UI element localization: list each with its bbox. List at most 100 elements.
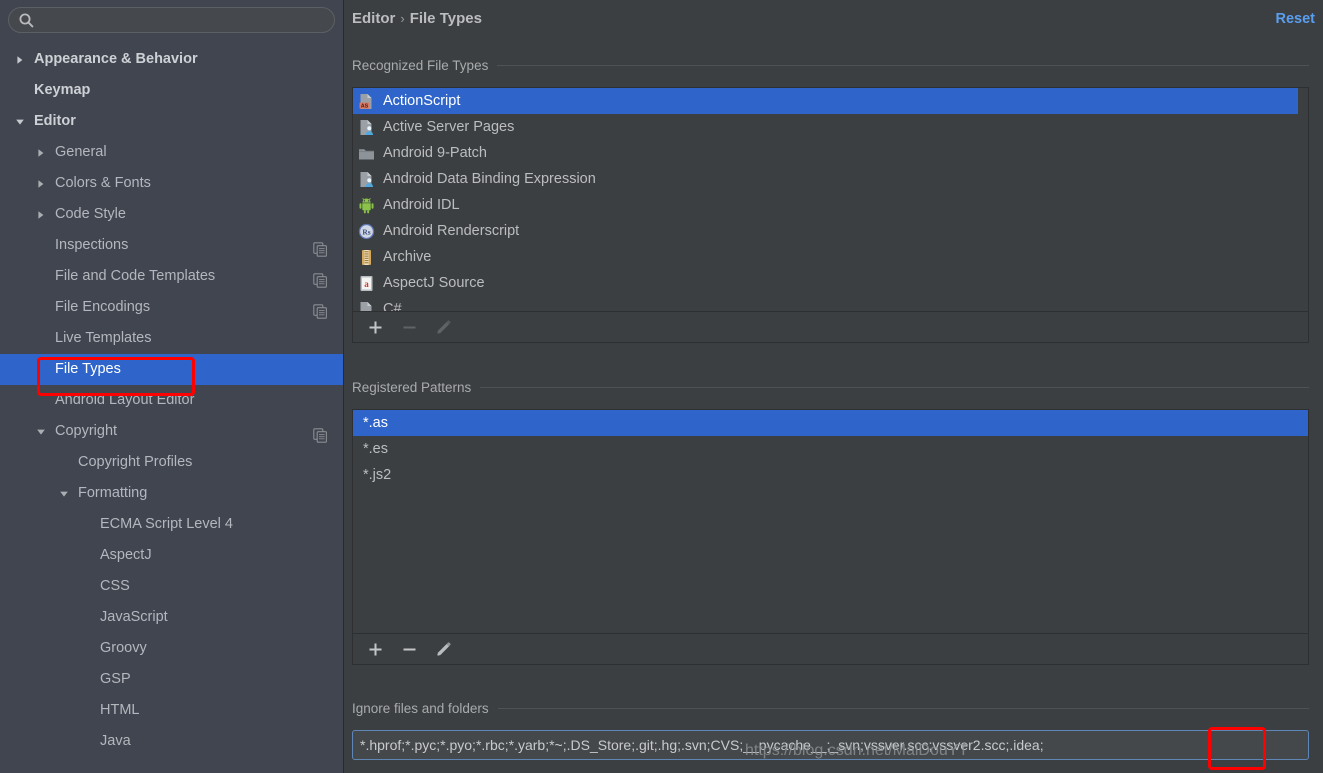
sidebar-item-colors-fonts[interactable]: Colors & Fonts bbox=[0, 168, 343, 199]
file-type-label: Android Renderscript bbox=[383, 223, 520, 239]
sidebar-item-general[interactable]: General bbox=[0, 137, 343, 168]
settings-sidebar: Appearance & Behavior Keymap Editor General… bbox=[0, 0, 344, 773]
svg-text:a: a bbox=[364, 279, 369, 289]
add-file-type-button[interactable] bbox=[362, 315, 388, 339]
sidebar-item-file-and-code-templates[interactable]: File and Code Templates bbox=[0, 261, 343, 292]
chevron-right-icon[interactable] bbox=[33, 168, 49, 199]
recognized-file-types-list[interactable]: AS ActionScript Active Server Pages Android… bbox=[352, 87, 1309, 312]
sidebar-item-label: HTML bbox=[100, 702, 140, 718]
chevron-right-icon[interactable] bbox=[12, 44, 28, 75]
sidebar-item-label: Copyright Profiles bbox=[78, 454, 193, 470]
breadcrumb-parent[interactable]: Editor bbox=[352, 10, 395, 27]
sidebar-item-label: Formatting bbox=[78, 485, 148, 501]
breadcrumb: Editor › File Types bbox=[352, 10, 482, 27]
pattern-label: *.as bbox=[363, 415, 388, 431]
recognized-file-types-header: Recognized File Types bbox=[352, 57, 1309, 73]
file-type-row[interactable]: Rs Android Renderscript bbox=[353, 218, 1308, 244]
chevron-down-icon[interactable] bbox=[33, 416, 49, 447]
search-icon bbox=[18, 12, 35, 29]
file-type-label: C# bbox=[383, 301, 402, 311]
sidebar-item-live-templates[interactable]: Live Templates bbox=[0, 323, 343, 354]
sidebar-item-label: CSS bbox=[100, 578, 130, 594]
file-type-label: Archive bbox=[383, 249, 432, 265]
sidebar-item-copyright[interactable]: Copyright bbox=[0, 416, 343, 447]
as-file-icon: AS bbox=[358, 93, 375, 110]
sidebar-search-box[interactable] bbox=[8, 7, 335, 33]
pattern-label: *.js2 bbox=[363, 467, 392, 483]
sidebar-item-file-encodings[interactable]: File Encodings bbox=[0, 292, 343, 323]
file-type-label: Active Server Pages bbox=[383, 119, 515, 135]
sidebar-item-label: General bbox=[55, 144, 107, 160]
sidebar-item-file-types[interactable]: File Types bbox=[0, 354, 343, 385]
sidebar-item-label: Java bbox=[100, 733, 131, 749]
chevron-right-icon[interactable] bbox=[33, 137, 49, 168]
sidebar-item-keymap[interactable]: Keymap bbox=[0, 75, 343, 106]
sidebar-item-appearance-behavior[interactable]: Appearance & Behavior bbox=[0, 44, 343, 75]
file-type-row[interactable]: Active Server Pages bbox=[353, 114, 1308, 140]
recognized-file-types-toolbar bbox=[352, 312, 1309, 343]
sidebar-item-java[interactable]: Java bbox=[0, 726, 343, 757]
file-type-row[interactable]: Android Data Binding Expression bbox=[353, 166, 1308, 192]
file-type-row[interactable]: a AspectJ Source bbox=[353, 270, 1308, 296]
registered-patterns-title: Registered Patterns bbox=[352, 379, 472, 395]
sidebar-item-label: File and Code Templates bbox=[55, 268, 216, 284]
registered-patterns-list[interactable]: *.as *.es *.js2 bbox=[352, 409, 1309, 634]
sidebar-item-inspections[interactable]: Inspections bbox=[0, 230, 343, 261]
settings-main-panel: Editor › File Types Reset Recognized File … bbox=[344, 0, 1323, 773]
copy-icon[interactable] bbox=[313, 424, 328, 443]
registered-patterns-header: Registered Patterns bbox=[352, 379, 1309, 395]
sidebar-item-copyright-profiles[interactable]: Copyright Profiles bbox=[0, 447, 343, 478]
sidebar-item-formatting[interactable]: Formatting bbox=[0, 478, 343, 509]
sidebar-item-css[interactable]: CSS bbox=[0, 571, 343, 602]
copy-icon[interactable] bbox=[313, 238, 328, 257]
chevron-down-icon[interactable] bbox=[12, 106, 28, 137]
copy-icon[interactable] bbox=[313, 300, 328, 319]
sidebar-item-label: File Encodings bbox=[55, 299, 151, 315]
header-rule bbox=[480, 386, 1309, 388]
sidebar-item-html[interactable]: HTML bbox=[0, 695, 343, 726]
renderscript-icon: Rs bbox=[358, 223, 375, 240]
chevron-right-icon[interactable] bbox=[33, 199, 49, 230]
sidebar-item-label: Editor bbox=[34, 113, 76, 129]
sidebar-item-gsp[interactable]: GSP bbox=[0, 664, 343, 695]
pattern-row[interactable]: *.js2 bbox=[353, 462, 1308, 488]
asp-file-icon bbox=[358, 171, 375, 188]
remove-file-type-button[interactable] bbox=[396, 315, 422, 339]
sidebar-item-code-style[interactable]: Code Style bbox=[0, 199, 343, 230]
pattern-row[interactable]: *.es bbox=[353, 436, 1308, 462]
recognized-file-types-title: Recognized File Types bbox=[352, 57, 489, 73]
file-type-row[interactable]: Android IDL bbox=[353, 192, 1308, 218]
pattern-row[interactable]: *.as bbox=[353, 410, 1308, 436]
file-type-row[interactable]: Archive bbox=[353, 244, 1308, 270]
sidebar-item-label: Appearance & Behavior bbox=[34, 51, 198, 67]
file-type-row[interactable]: Android 9-Patch bbox=[353, 140, 1308, 166]
sidebar-item-label: Copyright bbox=[55, 423, 118, 439]
recognized-list-scrollbar[interactable] bbox=[1298, 88, 1308, 311]
chevron-down-icon[interactable] bbox=[56, 478, 72, 509]
file-type-row[interactable]: AS ActionScript bbox=[353, 88, 1308, 114]
folder-icon bbox=[358, 145, 375, 162]
add-pattern-button[interactable] bbox=[362, 637, 388, 661]
ignore-files-input[interactable]: *.hprof;*.pyc;*.pyo;*.rbc;*.yarb;*~;.DS_… bbox=[352, 730, 1309, 760]
archive-zip-icon bbox=[358, 249, 375, 266]
file-type-row[interactable]: C# bbox=[353, 296, 1308, 311]
search-input[interactable] bbox=[39, 10, 333, 32]
remove-pattern-button[interactable] bbox=[396, 637, 422, 661]
sidebar-item-label: Android Layout Editor bbox=[55, 392, 195, 408]
asp-file-icon bbox=[358, 119, 375, 136]
sidebar-item-aspectj[interactable]: AspectJ bbox=[0, 540, 343, 571]
copy-icon[interactable] bbox=[313, 269, 328, 288]
aspectj-file-icon: a bbox=[358, 275, 375, 292]
sidebar-item-ecma-script-level-4[interactable]: ECMA Script Level 4 bbox=[0, 509, 343, 540]
sidebar-item-android-layout-editor[interactable]: Android Layout Editor bbox=[0, 385, 343, 416]
reset-link[interactable]: Reset bbox=[1276, 11, 1316, 27]
edit-file-type-button[interactable] bbox=[430, 315, 456, 339]
file-type-label: Android 9-Patch bbox=[383, 145, 487, 161]
registered-patterns-toolbar bbox=[352, 634, 1309, 665]
sidebar-item-editor[interactable]: Editor bbox=[0, 106, 343, 137]
sidebar-item-label: AspectJ bbox=[100, 547, 152, 563]
sidebar-item-groovy[interactable]: Groovy bbox=[0, 633, 343, 664]
edit-pattern-button[interactable] bbox=[430, 637, 456, 661]
sidebar-item-javascript[interactable]: JavaScript bbox=[0, 602, 343, 633]
header-rule bbox=[497, 64, 1309, 66]
